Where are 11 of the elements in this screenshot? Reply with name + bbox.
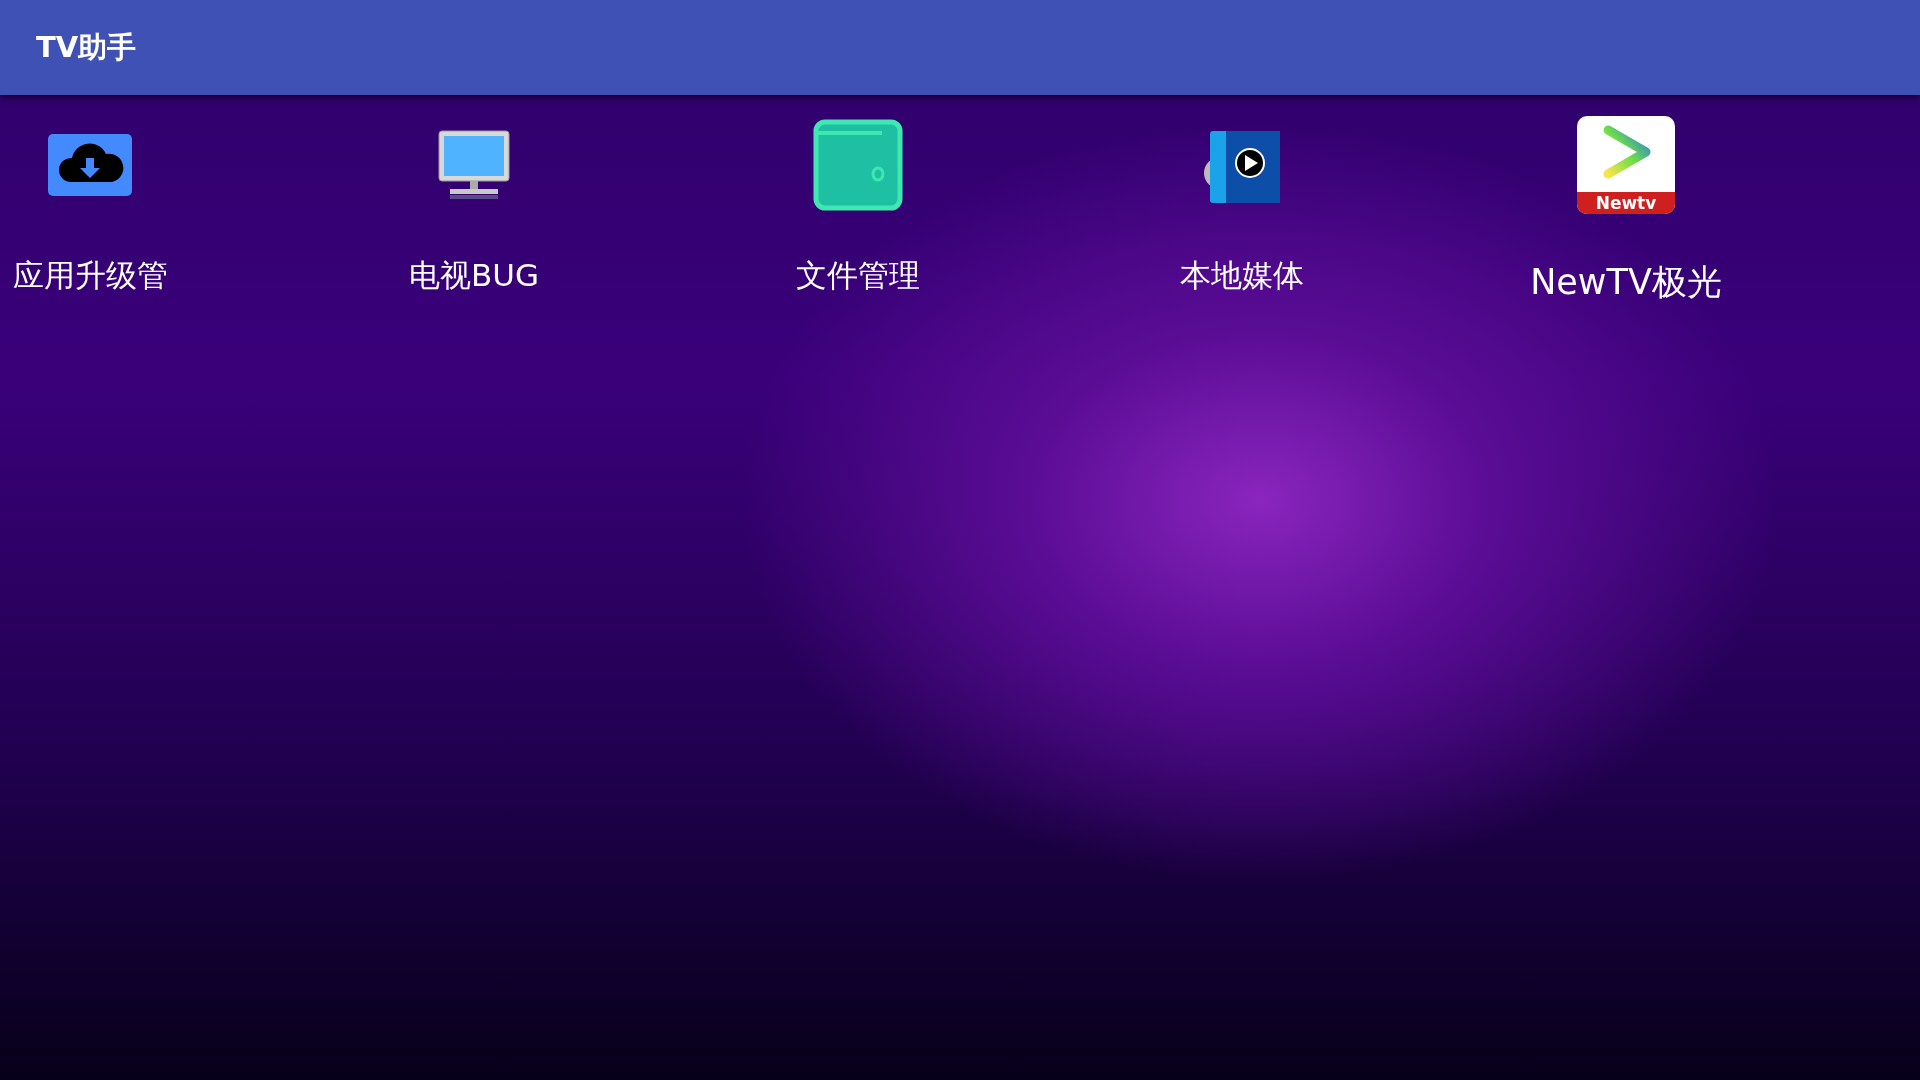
app-logo[interactable]: Newtv <box>1577 116 1675 214</box>
app-label[interactable]: NewTV极光 <box>1530 259 1722 306</box>
logo-text: Newtv <box>1577 192 1675 214</box>
app-label[interactable]: 文件管理 <box>796 255 920 297</box>
monitor-icon[interactable] <box>438 129 510 201</box>
app-label[interactable]: 应用升级管 <box>12 255 168 297</box>
app-label[interactable]: 本地媒体 <box>1180 255 1304 297</box>
app-label[interactable]: 电视BUG <box>409 255 539 297</box>
wallet-icon[interactable] <box>813 119 903 211</box>
app-title: TV助手 <box>36 28 137 66</box>
cloud-download-icon[interactable] <box>48 134 132 196</box>
